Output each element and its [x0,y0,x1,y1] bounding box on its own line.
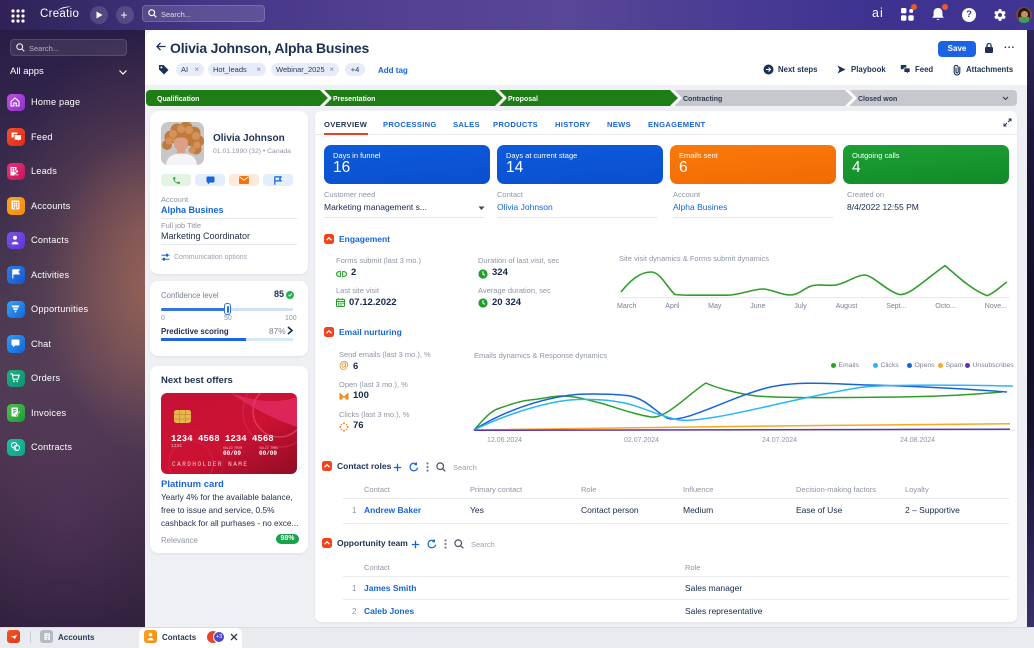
svg-text:Presentation: Presentation [333,96,375,103]
svg-text:Qualification: Qualification [157,96,199,103]
svg-text:Closed won: Closed won [858,96,897,103]
svg-text:00/00: 00/00 [223,450,241,457]
svg-text:Proposal: Proposal [508,96,538,103]
svg-text:1234: 1234 [171,443,182,449]
svg-text:Contracting: Contracting [683,96,722,103]
svg-text:1234 4568 1234 4568: 1234 4568 1234 4568 [171,434,274,444]
svg-text:CARDHOLDER NAME: CARDHOLDER NAME [172,461,249,468]
svg-text:00/00: 00/00 [259,450,277,457]
